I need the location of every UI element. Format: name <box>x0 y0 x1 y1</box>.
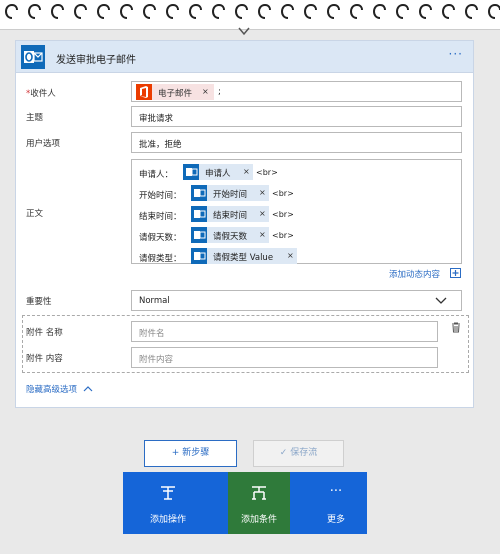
add-step-menu: 添加操作 添加条件 ··· 更多 <box>123 472 367 534</box>
body-row-label: 开始时间： <box>139 191 182 201</box>
dynamic-token-label: 请假天数 <box>213 232 248 242</box>
attachment-content-input[interactable]: 附件内容 <box>131 347 438 368</box>
add-dynamic-content-link[interactable]: 添加动态内容 <box>389 268 440 280</box>
dynamic-token-applicant[interactable]: 申请人 × <box>183 164 253 180</box>
importance-label: 重要性 <box>26 297 52 307</box>
more-dots-icon: ··· <box>329 484 343 499</box>
outlook-icon <box>183 164 199 180</box>
user-options-value: 批准，拒绝 <box>139 140 182 150</box>
paper-edge <box>0 22 500 30</box>
token-remove-icon[interactable]: × <box>259 209 266 218</box>
add-condition-menu-item[interactable]: 添加条件 <box>228 472 290 534</box>
line-break-tag: <br> <box>272 189 294 198</box>
to-label: *收件人 <box>26 87 56 99</box>
body-row-label: 请假类型： <box>139 254 182 264</box>
send-approval-email-card: 发送审批电子邮件 ··· *收件人 电子邮件 × ; 主题 审批请求 用户选项 … <box>15 40 474 408</box>
notebook-binding <box>0 0 500 22</box>
user-options-field[interactable]: 批准，拒绝 <box>131 132 462 153</box>
line-break-tag: <br> <box>272 231 294 240</box>
body-editor[interactable]: 申请人： 申请人 × <br> 开始时间： 开始时间 × <br> 结束时间： <box>131 159 462 264</box>
flow-designer: 发送审批电子邮件 ··· *收件人 电子邮件 × ; 主题 审批请求 用户选项 … <box>0 0 500 554</box>
more-label: 更多 <box>326 515 345 525</box>
body-row-label: 申请人： <box>139 170 174 180</box>
dynamic-token-label: 申请人 <box>205 169 231 179</box>
add-action-icon <box>161 486 175 500</box>
dynamic-token-label: 开始时间 <box>213 190 248 200</box>
to-field[interactable]: 电子邮件 × ; <box>131 81 462 102</box>
attachment-content-placeholder: 附件内容 <box>139 355 174 365</box>
attachment-name-input[interactable]: 附件名 <box>131 321 438 342</box>
more-menu-item[interactable]: ··· 更多 <box>305 472 367 534</box>
add-action-menu-item[interactable]: 添加操作 <box>137 472 199 534</box>
binding-rings-icon <box>5 3 500 19</box>
line-break-tag: <br> <box>256 168 278 177</box>
add-action-label: 添加操作 <box>149 515 186 525</box>
token-remove-icon[interactable]: × <box>243 167 250 176</box>
body-row-label: 结束时间： <box>139 212 182 222</box>
office-icon <box>136 84 152 100</box>
card-header[interactable]: 发送审批电子邮件 ··· <box>16 41 473 73</box>
importance-value: Normal <box>139 296 170 306</box>
chevron-down-icon <box>435 297 447 304</box>
save-flow-button[interactable]: ✓ 保存流 <box>253 440 344 467</box>
body-row-label: 请假天数： <box>139 233 182 243</box>
outlook-icon <box>191 248 207 264</box>
subject-label: 主题 <box>26 113 44 123</box>
chevron-up-icon <box>83 386 93 392</box>
attachment-name-placeholder: 附件名 <box>139 329 165 339</box>
trash-icon[interactable] <box>451 322 461 333</box>
dynamic-token-label: 请假类型 Value <box>213 253 274 263</box>
hide-advanced-options-link[interactable]: 隐藏高级选项 <box>26 383 93 395</box>
token-remove-icon[interactable]: × <box>287 251 294 260</box>
dynamic-token-start-time[interactable]: 开始时间 × <box>191 185 269 201</box>
attachment-content-label: 附件 内容 <box>26 354 63 364</box>
new-step-button[interactable]: + 新步骤 <box>144 440 237 467</box>
dynamic-token-leave-type[interactable]: 请假类型 Value × <box>191 248 297 264</box>
token-remove-icon[interactable]: × <box>259 230 266 239</box>
email-token[interactable]: 电子邮件 × <box>136 84 214 100</box>
recipient-separator: ; <box>218 87 221 97</box>
email-token-label: 电子邮件 <box>158 89 193 99</box>
add-condition-icon <box>252 486 266 500</box>
email-token-remove-icon[interactable]: × <box>202 87 209 96</box>
importance-dropdown[interactable]: Normal <box>131 290 462 311</box>
line-break-tag: <br> <box>272 210 294 219</box>
outlook-icon <box>191 227 207 243</box>
add-dynamic-content-icon[interactable] <box>450 268 461 278</box>
attachment-name-label: 附件 名称 <box>26 328 63 338</box>
hide-advanced-label: 隐藏高级选项 <box>26 385 78 395</box>
dynamic-token-label: 结束时间 <box>213 211 248 221</box>
add-condition-label: 添加条件 <box>240 515 277 525</box>
user-options-label: 用户选项 <box>26 139 61 149</box>
card-title: 发送审批电子邮件 <box>56 55 136 66</box>
subject-field[interactable]: 审批请求 <box>131 106 462 127</box>
outlook-icon <box>191 185 207 201</box>
outlook-icon <box>191 206 207 222</box>
token-remove-icon[interactable]: × <box>259 188 266 197</box>
subject-value: 审批请求 <box>139 114 174 124</box>
outlook-icon <box>21 45 45 69</box>
dynamic-token-leave-days[interactable]: 请假天数 × <box>191 227 269 243</box>
body-label: 正文 <box>26 209 44 219</box>
more-options-button[interactable]: ··· <box>449 47 463 61</box>
connector-arrow-icon <box>238 27 250 36</box>
dynamic-token-end-time[interactable]: 结束时间 × <box>191 206 269 222</box>
to-label-text: 收件人 <box>30 89 56 99</box>
